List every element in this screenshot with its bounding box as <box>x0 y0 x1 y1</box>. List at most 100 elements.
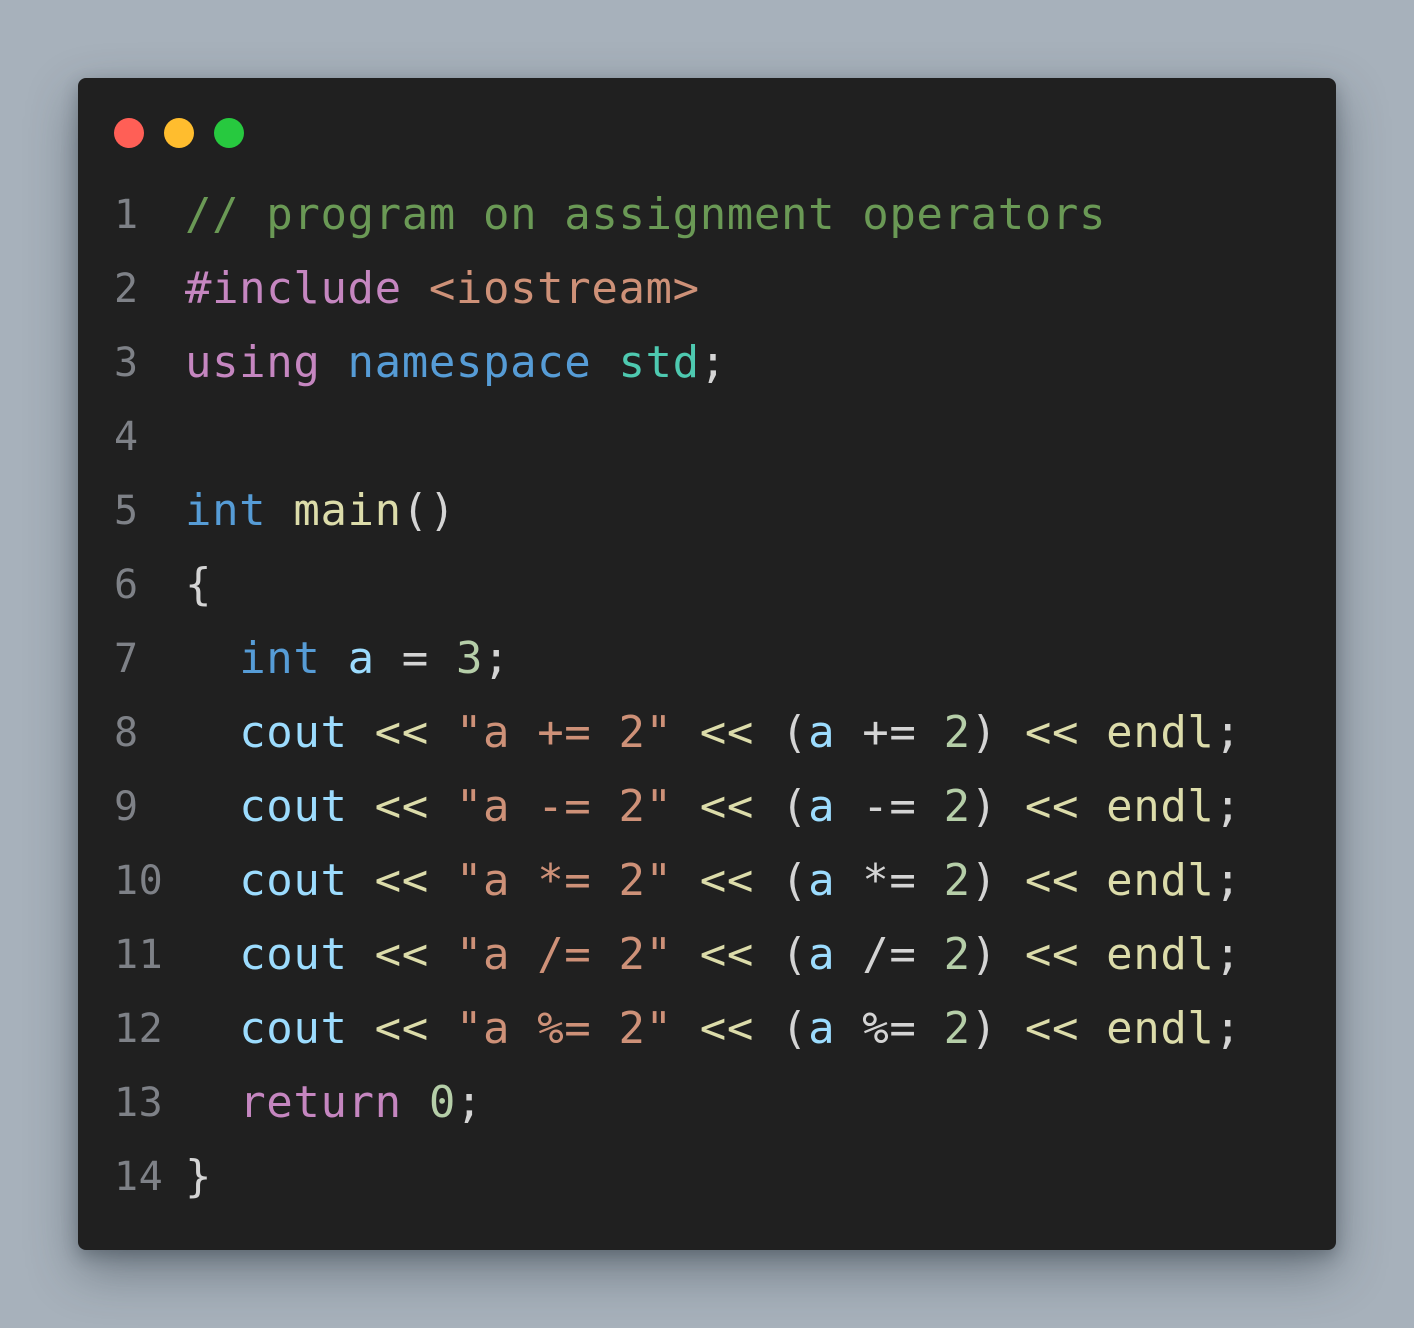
code-token-punct: ; <box>483 633 511 684</box>
code-token-punct: ; <box>1214 707 1242 758</box>
line-number: 10 <box>114 858 164 904</box>
code-token-variable: cout <box>239 855 375 906</box>
code-token-number: 2 <box>943 855 971 906</box>
line-source: using namespace std; <box>185 326 727 400</box>
code-token-operator: += <box>862 707 944 758</box>
code-token-variable: a <box>347 633 402 684</box>
line-source: { <box>185 548 212 622</box>
code-token-function: endl <box>1106 1003 1215 1054</box>
code-token-function: << <box>1024 929 1107 980</box>
code-token-operator: = <box>401 633 456 684</box>
code-token-function: << <box>1024 1003 1107 1054</box>
line-source: return 0; <box>185 1066 483 1140</box>
code-token-operator: -= <box>862 781 944 832</box>
code-token-punct: ) <box>970 707 1025 758</box>
code-token-punct: } <box>185 1151 213 1202</box>
line-number: 12 <box>114 1006 164 1052</box>
code-token-function: << <box>699 781 782 832</box>
code-token-operator: *= <box>862 855 944 906</box>
code-token-function: endl <box>1106 781 1215 832</box>
code-token-variable: a <box>808 1003 863 1054</box>
line-number: 5 <box>114 488 139 534</box>
code-token-operator: %= <box>862 1003 944 1054</box>
code-token-number: 2 <box>943 707 971 758</box>
code-token-function: << <box>1024 855 1107 906</box>
code-token-function: << <box>374 707 456 758</box>
code-token-punct: ) <box>970 855 1025 906</box>
line-source: #include <iostream> <box>185 252 700 326</box>
code-token-function: << <box>699 1003 782 1054</box>
code-token-function: << <box>374 929 456 980</box>
line-source: cout << "a += 2" << (a += 2) << endl; <box>185 696 1242 770</box>
line-number: 6 <box>114 562 139 608</box>
code-token-string: "a -= 2" <box>455 781 700 832</box>
line-number: 4 <box>114 414 139 460</box>
code-token-punct: () <box>401 485 456 536</box>
code-token-variable: a <box>808 781 863 832</box>
code-token-punct: ; <box>1214 855 1242 906</box>
code-token-punct: ) <box>970 929 1025 980</box>
code-token-punct: ( <box>781 1003 809 1054</box>
code-token-function: endl <box>1106 929 1215 980</box>
code-token-punct: ; <box>699 337 727 388</box>
code-token-punct: ( <box>781 855 809 906</box>
code-token-function: << <box>1024 707 1107 758</box>
code-token-punct <box>185 1077 239 1128</box>
line-number: 7 <box>114 636 139 682</box>
code-token-number: 2 <box>943 781 971 832</box>
code-token-punct: ; <box>1214 1003 1242 1054</box>
line-source: cout << "a *= 2" << (a *= 2) << endl; <box>185 844 1242 918</box>
code-token-punct: ; <box>1214 929 1242 980</box>
code-token-variable: cout <box>239 781 375 832</box>
code-token-string: "a /= 2" <box>455 929 700 980</box>
code-token-comment: // program on assignment operators <box>185 189 1107 240</box>
code-token-keyword: namespace <box>347 337 619 388</box>
code-token-punct <box>185 1003 239 1054</box>
line-source: } <box>185 1140 212 1214</box>
code-token-string: "a += 2" <box>455 707 700 758</box>
code-token-function: << <box>699 855 782 906</box>
code-token-punct <box>185 707 239 758</box>
code-token-punct: ( <box>781 929 809 980</box>
code-window: 1 // program on assignment operators 2 #inc… <box>78 78 1336 1250</box>
code-token-punct: ( <box>781 781 809 832</box>
code-token-function: << <box>1024 781 1107 832</box>
code-token-control: return <box>239 1077 429 1128</box>
code-token-punct <box>185 929 239 980</box>
code-token-function: main <box>293 485 402 536</box>
code-token-variable: cout <box>239 929 375 980</box>
code-token-variable: cout <box>239 1003 375 1054</box>
close-button[interactable] <box>114 118 144 148</box>
line-source: int main() <box>185 474 456 548</box>
code-token-punct: ( <box>781 707 809 758</box>
code-token-operator: /= <box>862 929 944 980</box>
code-token-number: 2 <box>943 929 971 980</box>
line-source: int a = 3; <box>185 622 510 696</box>
code-token-number: 3 <box>455 633 484 684</box>
code-token-function: << <box>374 855 456 906</box>
line-number: 3 <box>114 340 139 386</box>
code-token-string: <iostream> <box>428 263 700 314</box>
line-source: cout << "a /= 2" << (a /= 2) << endl; <box>185 918 1242 992</box>
code-token-string: "a *= 2" <box>455 855 700 906</box>
code-token-variable: a <box>808 855 863 906</box>
line-source: cout << "a %= 2" << (a %= 2) << endl; <box>185 992 1242 1066</box>
code-token-function: endl <box>1106 707 1215 758</box>
code-token-function: << <box>374 781 456 832</box>
minimize-button[interactable] <box>164 118 194 148</box>
code-token-number: 2 <box>943 1003 971 1054</box>
line-number: 2 <box>114 266 139 312</box>
code-token-function: endl <box>1106 855 1215 906</box>
code-token-punct: ) <box>970 1003 1025 1054</box>
code-token-function: << <box>374 1003 456 1054</box>
maximize-button[interactable] <box>214 118 244 148</box>
line-number: 1 <box>114 192 139 238</box>
code-token-number: 0 <box>428 1077 456 1128</box>
code-token-punct: ; <box>455 1077 484 1128</box>
line-number: 9 <box>114 784 139 830</box>
line-source: cout << "a -= 2" << (a -= 2) << endl; <box>185 770 1242 844</box>
line-number: 14 <box>114 1154 164 1200</box>
code-token-string: "a %= 2" <box>455 1003 700 1054</box>
code-token-namespace: std <box>618 337 700 388</box>
code-token-punct: { <box>185 559 213 610</box>
